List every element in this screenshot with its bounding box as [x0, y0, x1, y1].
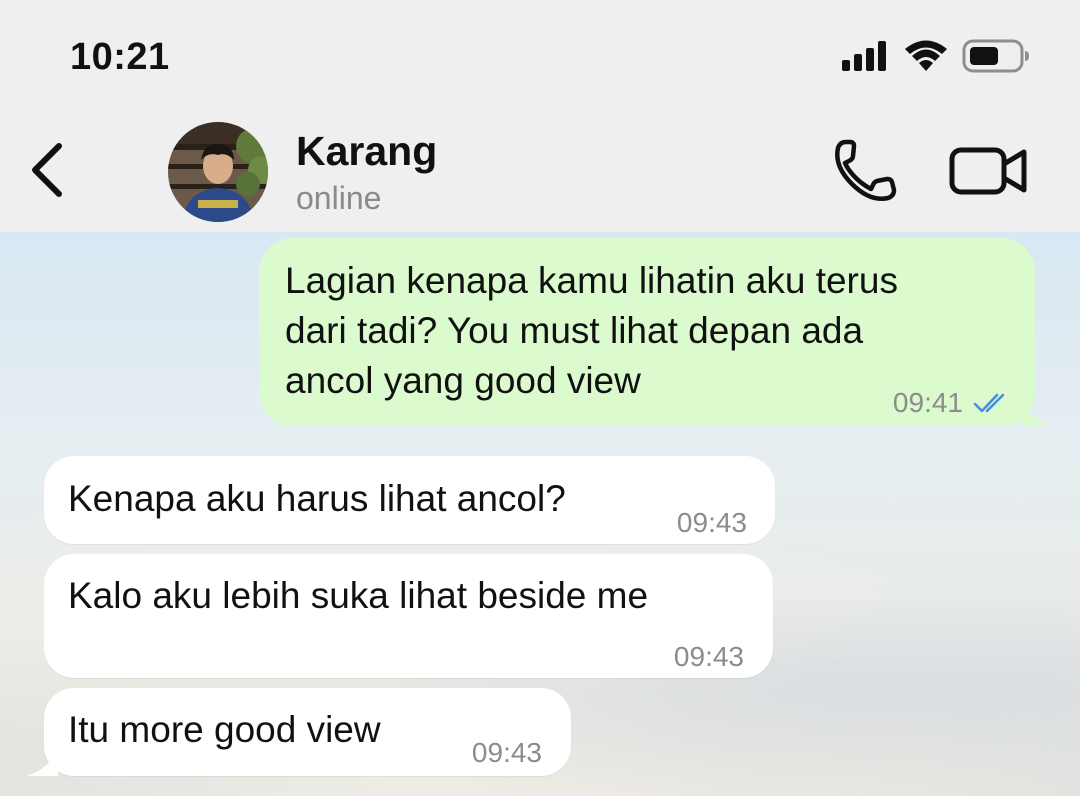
chat-screen: 10:21 Karang online Lagian kenapa kamu l…: [0, 0, 1080, 796]
message-time: 09:41: [892, 387, 963, 418]
message-bubble-incoming[interactable]: Kalo aku lebih suka lihat beside me 09:4…: [44, 554, 773, 678]
bubble-tail: [26, 746, 58, 776]
message-bubble-incoming[interactable]: Itu more good view 09:43: [26, 688, 571, 778]
status-time: 10:21: [70, 36, 170, 78]
message-time: 09:43: [673, 641, 744, 672]
avatar[interactable]: [168, 122, 268, 222]
message-meta: 09:43: [674, 632, 744, 682]
contact-photo: [168, 122, 268, 222]
video-camera-icon: [949, 147, 1027, 195]
message-text-line: dari tadi? You must lihat depan ada: [285, 310, 864, 351]
video-call-button[interactable]: [948, 140, 1032, 202]
status-icons: [842, 38, 1030, 74]
message-time: 09:43: [471, 737, 542, 768]
message-bubble-incoming[interactable]: Kenapa aku harus lihat ancol? 09:43: [44, 456, 775, 544]
message-bubble-outgoing[interactable]: Lagian kenapa kamu lihatin aku terus dar…: [259, 238, 1053, 428]
voice-call-button[interactable]: [830, 136, 902, 206]
message-text-line: Lagian kenapa kamu lihatin aku terus: [285, 260, 898, 301]
wifi-icon: [905, 40, 947, 71]
cellular-signal-icon: [842, 41, 886, 71]
message-meta: 09:41: [893, 378, 1013, 428]
chevron-left-icon: [32, 143, 62, 197]
chat-header: 10:21 Karang online: [0, 0, 1080, 232]
double-check-icon: [973, 393, 1005, 413]
message-text: Kenapa aku harus lihat ancol?: [68, 478, 566, 519]
phone-icon: [835, 139, 897, 201]
back-button[interactable]: [22, 138, 72, 202]
message-text: Kalo aku lebih suka lihat beside me: [68, 575, 649, 616]
message-meta: 09:43: [472, 728, 542, 778]
contact-status: online: [296, 180, 382, 216]
message-meta: 09:43: [677, 498, 747, 548]
bubble-tail: [1021, 396, 1053, 426]
contact-name[interactable]: Karang: [296, 128, 437, 175]
battery-icon: [962, 39, 1029, 73]
message-text: Itu more good view: [68, 709, 381, 750]
message-time: 09:43: [676, 507, 747, 538]
